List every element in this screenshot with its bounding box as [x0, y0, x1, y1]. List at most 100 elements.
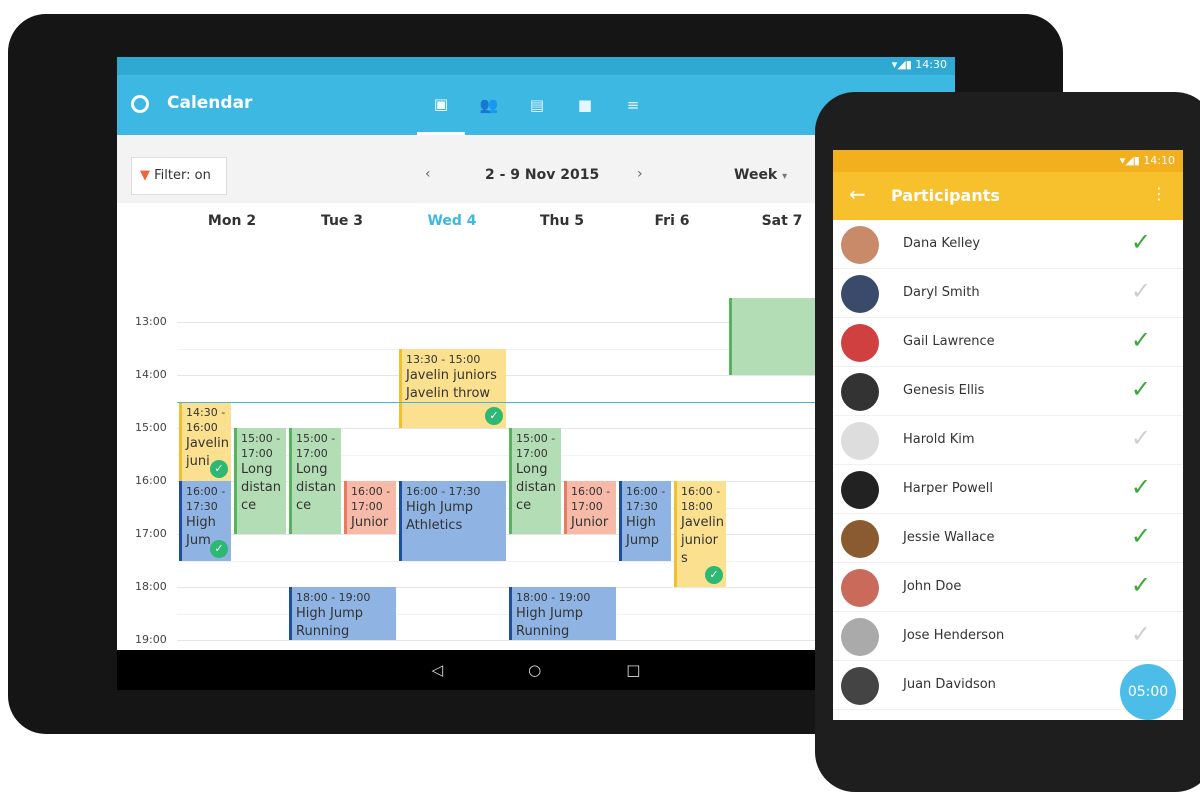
more-icon[interactable]: ⋮	[1151, 184, 1167, 203]
participant-name: Daryl Smith	[903, 285, 980, 300]
check-confirmed-icon[interactable]: ✓	[1131, 375, 1151, 403]
app-title: Calendar	[167, 93, 253, 113]
event-time: 18:00 - 19:00	[516, 591, 591, 604]
chat-icon: ▤	[529, 96, 545, 114]
avatar	[841, 373, 879, 411]
avatar	[841, 569, 879, 607]
calendar-event[interactable]: 15:00 - 17:00 Long distan ce	[509, 428, 561, 534]
participant-row[interactable]: Jose Henderson ✓	[833, 612, 1183, 661]
event-time: 15:00 - 17:00	[516, 432, 556, 460]
status-bar: ▾◢▮ 14:30	[117, 57, 955, 75]
back-nav-icon[interactable]: ◁	[432, 661, 444, 679]
participant-row[interactable]: Daryl Smith ✓	[833, 269, 1183, 318]
event-title: Javelin junior s	[681, 515, 724, 566]
calendar-event[interactable]: 16:00 - 17:30 High Jump	[619, 481, 671, 561]
timer-fab[interactable]: 05:00	[1120, 664, 1176, 720]
phone-status-time: 14:10	[1143, 154, 1175, 167]
filter-label: Filter: on	[154, 168, 211, 183]
participant-row[interactable]: Dana Kelley ✓	[833, 220, 1183, 269]
check-confirmed-icon[interactable]: ✓	[1131, 522, 1151, 550]
calendar-event[interactable]: 16:00 - 17:00 Junior	[564, 481, 616, 534]
event-time: 16:00 - 17:00	[571, 485, 611, 513]
phone-screen: ▾◢▮ 14:10 ← Participants ⋮ Dana Kelley ✓ D…	[833, 150, 1183, 720]
avatar	[841, 226, 879, 264]
calendar-event[interactable]: 13:30 - 15:00 Javelin juniors Javelin thr…	[399, 348, 506, 428]
day-header-1[interactable]: Tue 3	[287, 213, 397, 229]
calendar-event[interactable]: 16:00 - 18:00 Javelin junior s ✓	[674, 481, 726, 587]
chevron-down-icon: ▾	[782, 171, 788, 182]
calendar-event[interactable]: 15:00 - 17:00 Long distan ce	[289, 428, 341, 534]
participant-row[interactable]: Gail Lawrence ✓	[833, 318, 1183, 367]
day-header-0[interactable]: Mon 2	[177, 213, 287, 229]
people-icon: 👥	[479, 96, 499, 114]
view-select[interactable]: Week ▾	[734, 167, 787, 183]
check-confirmed-icon[interactable]: ✓	[1131, 326, 1151, 354]
event-title: Long distan ce	[241, 462, 281, 513]
check-confirmed-icon[interactable]: ✓	[1131, 571, 1151, 599]
event-time: 13:30 - 15:00	[406, 352, 481, 366]
tab-menu[interactable]: ≡	[609, 75, 657, 135]
avatar	[841, 471, 879, 509]
tab-video[interactable]: ■	[561, 75, 609, 135]
check-circle-icon: ✓	[705, 566, 723, 584]
tab-people[interactable]: 👥	[465, 75, 513, 135]
filter-icon: ▼	[140, 168, 150, 183]
time-label: 19:00	[135, 633, 167, 646]
time-label: 16:00	[135, 474, 167, 487]
event-title: Long distan ce	[296, 462, 336, 513]
check-confirmed-icon[interactable]: ✓	[1131, 228, 1151, 256]
event-title: High Jump	[626, 515, 659, 548]
status-time: 14:30	[915, 58, 947, 71]
next-week-button[interactable]: ›	[637, 166, 643, 182]
event-title: High Jump Running	[296, 606, 363, 639]
time-label: 17:00	[135, 527, 167, 540]
participant-row[interactable]: Genesis Ellis ✓	[833, 367, 1183, 416]
avatar	[841, 667, 879, 705]
event-title: High Jump Athletics	[406, 500, 473, 533]
calendar-event[interactable]: 18:00 - 19:00 High Jump Running	[289, 587, 396, 640]
participant-row[interactable]: Harper Powell ✓	[833, 465, 1183, 514]
calendar-event[interactable]: 16:00 - 17:00 Junior	[344, 481, 396, 534]
back-arrow-icon[interactable]: ←	[849, 182, 866, 206]
event-time: 16:00 - 17:30	[186, 485, 226, 513]
filter-button[interactable]: ▼ Filter: on	[131, 157, 227, 195]
event-time: 16:00 - 18:00	[681, 485, 721, 513]
event-title: Junior	[571, 515, 609, 530]
day-header-3[interactable]: Thu 5	[507, 213, 617, 229]
event-title: Junior	[351, 515, 389, 530]
check-pending-icon[interactable]: ✓	[1131, 277, 1151, 305]
participant-name: Juan Davidson	[903, 677, 996, 692]
participant-row[interactable]: Harold Kim ✓	[833, 416, 1183, 465]
check-circle-icon: ✓	[210, 460, 228, 478]
participants-list: Dana Kelley ✓ Daryl Smith ✓ Gail Lawrence ✓ Ge…	[833, 220, 1183, 710]
participant-row[interactable]: John Doe ✓	[833, 563, 1183, 612]
participant-row[interactable]: Jessie Wallace ✓	[833, 514, 1183, 563]
home-nav-icon[interactable]: ○	[528, 661, 541, 679]
calendar-event[interactable]: 18:00 - 19:00 High Jump Running	[509, 587, 616, 640]
participant-name: John Doe	[903, 579, 962, 594]
day-header-4[interactable]: Fri 6	[617, 213, 727, 229]
tab-bar: ▣ 👥 ▤ ■ ≡	[417, 75, 657, 135]
tab-chat[interactable]: ▤	[513, 75, 561, 135]
view-label: Week	[734, 167, 778, 183]
check-pending-icon[interactable]: ✓	[1131, 620, 1151, 648]
calendar-event[interactable]: 16:00 - 17:30 High Jum ✓	[179, 481, 231, 561]
calendar-event[interactable]: 15:00 - 17:00 Long distan ce	[234, 428, 286, 534]
check-circle-icon: ✓	[210, 539, 228, 558]
tab-calendar[interactable]: ▣	[417, 75, 465, 135]
recents-nav-icon[interactable]: □	[626, 661, 640, 679]
menu-icon: ≡	[626, 96, 640, 114]
time-label: 14:00	[135, 368, 167, 381]
prev-week-button[interactable]: ‹	[425, 166, 431, 182]
participant-name: Jessie Wallace	[903, 530, 995, 545]
participant-name: Genesis Ellis	[903, 383, 985, 398]
event-time: 18:00 - 19:00	[296, 591, 371, 604]
event-title: Long distan ce	[516, 462, 556, 513]
check-pending-icon[interactable]: ✓	[1131, 424, 1151, 452]
participant-name: Gail Lawrence	[903, 334, 995, 349]
calendar-event[interactable]: 14:30 - 16:00 Javelin juni ✓	[179, 401, 231, 481]
avatar	[841, 422, 879, 460]
calendar-event[interactable]: 16:00 - 17:30 High Jump Athletics	[399, 481, 506, 561]
check-confirmed-icon[interactable]: ✓	[1131, 473, 1151, 501]
day-header-2[interactable]: Wed 4	[397, 213, 507, 229]
